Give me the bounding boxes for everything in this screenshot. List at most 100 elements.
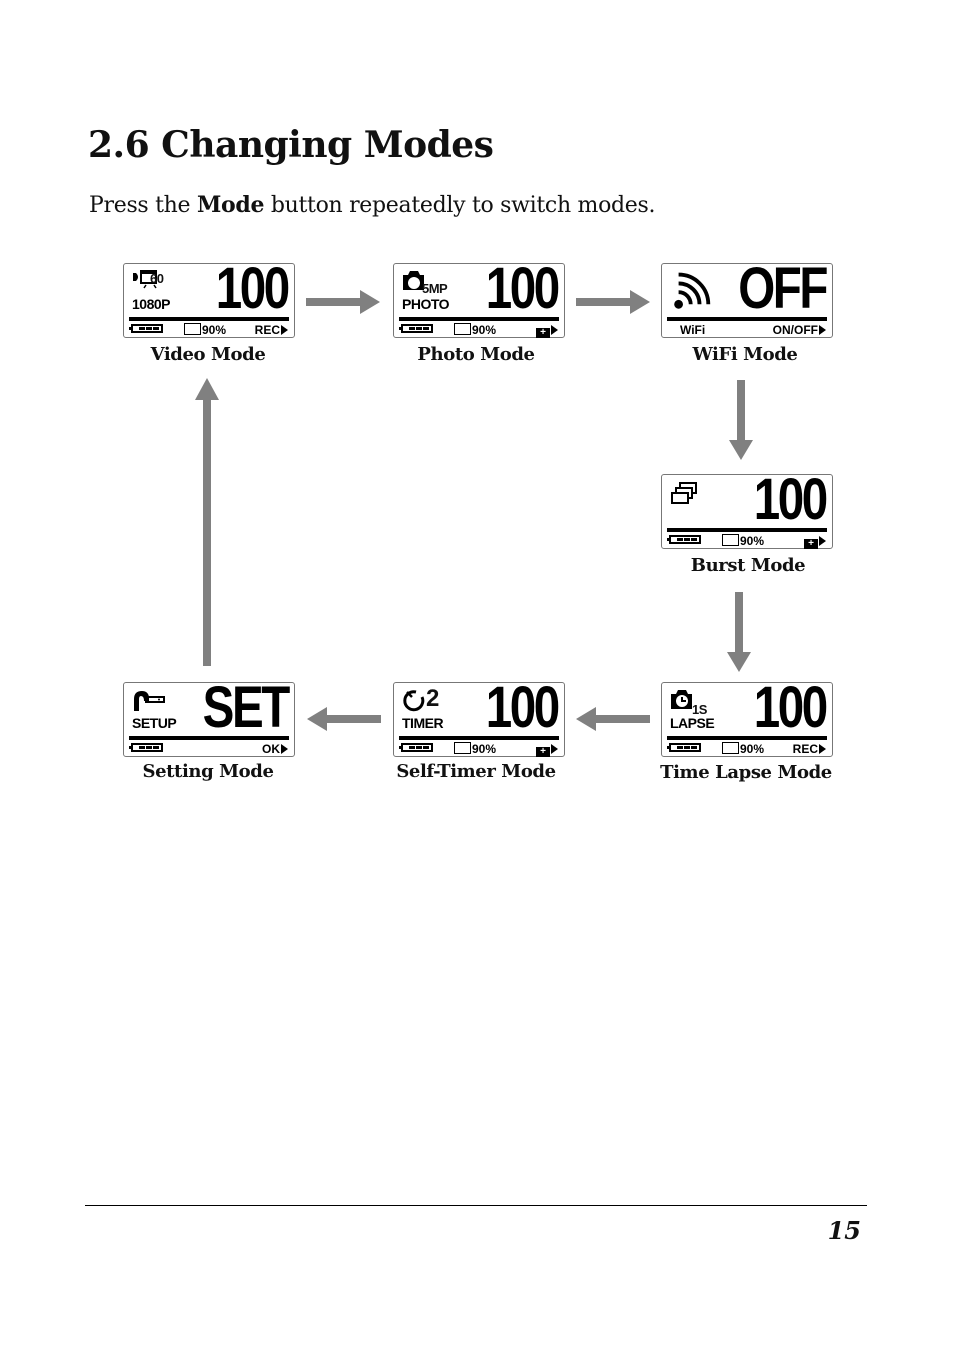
arrow-setting-to-video <box>195 378 219 666</box>
intro-text-start: Press the <box>89 193 197 218</box>
sd-card-icon <box>722 534 739 546</box>
shots-remaining: 100 <box>216 256 290 321</box>
setting-label: SET <box>202 675 291 740</box>
arrow-selftimer-to-setting <box>307 707 381 731</box>
lcd-video-mode: 60 1080P 100 90% REC <box>123 256 295 338</box>
resolution-label: 1080P <box>132 296 170 312</box>
right-arrow-icon <box>819 325 826 335</box>
section-title: 2.6 Changing Modes <box>88 124 494 166</box>
mode-button-name: Mode <box>196 192 265 218</box>
storage-percent: 90% <box>740 742 765 756</box>
mode-sub-label: PHOTO <box>402 296 450 312</box>
mode-sub-label: SETUP <box>132 715 177 731</box>
right-arrow-icon <box>551 325 558 335</box>
caption-wifi-mode: WiFi Mode <box>692 344 798 365</box>
caption-setting-mode: Setting Mode <box>142 761 274 782</box>
status-row: OK <box>129 741 288 756</box>
wifi-label: WiFi <box>680 323 706 337</box>
mode-sub-label: LAPSE <box>670 715 715 731</box>
arrow-wifi-to-burst <box>729 380 753 460</box>
caption-burst-mode: Burst Mode <box>690 555 806 576</box>
caption-selftimer-mode: Self-Timer Mode <box>396 761 556 782</box>
page-number: 15 <box>827 1216 861 1245</box>
divider <box>667 736 827 740</box>
action-label: REC <box>254 323 280 337</box>
lcd-burst-mode: 100 90% + <box>661 471 833 549</box>
action-hint: + <box>536 323 558 338</box>
lcd-setting-mode: SETUP SET OK <box>123 675 295 757</box>
status-row: WiFi ON/OFF <box>667 322 826 337</box>
action-hint: + <box>804 534 826 549</box>
status-row: 90% + <box>399 741 558 757</box>
status-row: 90% REC <box>129 322 288 337</box>
plus-icon: + <box>804 539 818 549</box>
lcd-wifi-mode: OFF WiFi ON/OFF <box>661 256 833 338</box>
sd-card-status: 90% <box>722 534 764 548</box>
battery-icon <box>129 324 163 333</box>
intro-text-end: button repeatedly to switch modes. <box>264 193 656 218</box>
divider <box>667 317 827 321</box>
shots-remaining: 100 <box>754 675 828 740</box>
arrow-burst-to-timelapse <box>727 592 751 672</box>
mode-sub-label: TIMER <box>402 715 444 731</box>
action-hint: ON/OFF <box>773 323 826 337</box>
caption-timelapse-mode: Time Lapse Mode <box>660 762 832 783</box>
framerate-label: 60 <box>150 271 164 286</box>
action-label: OK <box>262 742 280 756</box>
status-row: 90% REC <box>667 741 826 756</box>
right-arrow-icon <box>551 744 558 754</box>
shots-remaining: 100 <box>486 256 560 321</box>
sd-card-icon <box>454 323 471 335</box>
battery-icon <box>129 743 163 752</box>
divider <box>667 528 827 532</box>
shots-remaining: 100 <box>486 675 560 740</box>
action-label: ON/OFF <box>772 323 818 337</box>
action-hint: + <box>536 742 558 757</box>
caption-photo-mode: Photo Mode <box>417 344 535 365</box>
plus-icon: + <box>536 328 550 338</box>
battery-icon <box>399 324 433 333</box>
right-arrow-icon <box>819 744 826 754</box>
burst-stack-icon <box>671 482 697 504</box>
divider <box>129 317 289 321</box>
action-hint: REC <box>255 323 288 337</box>
plus-icon: + <box>536 747 550 757</box>
right-arrow-icon <box>819 536 826 546</box>
resolution-label: 5MP <box>422 281 448 296</box>
wifi-state: OFF <box>738 256 828 321</box>
storage-percent: 90% <box>472 742 497 756</box>
lcd-selftimer-mode: 2 TIMER 100 90% + <box>393 675 565 757</box>
divider <box>129 736 289 740</box>
storage-percent: 90% <box>472 323 497 337</box>
sd-card-status: 90% <box>454 323 496 337</box>
lcd-photo-mode: 5MP PHOTO 100 90% + <box>393 256 565 338</box>
arrow-photo-to-wifi <box>576 290 650 314</box>
arrow-timelapse-to-selftimer <box>576 707 650 731</box>
sd-card-status: 90% <box>184 323 226 337</box>
battery-icon <box>667 535 701 544</box>
battery-icon <box>667 743 701 752</box>
caption-video-mode: Video Mode <box>150 344 266 365</box>
wifi-icon <box>674 272 711 309</box>
arrow-video-to-photo <box>306 290 380 314</box>
wrench-icon <box>134 691 165 711</box>
storage-percent: 90% <box>740 534 765 548</box>
action-hint: OK <box>262 742 288 756</box>
sd-card-status: 90% <box>722 742 764 756</box>
storage-percent: 90% <box>202 323 227 337</box>
divider <box>399 736 559 740</box>
intro-paragraph: Press the Mode button repeatedly to swit… <box>89 192 656 218</box>
action-hint: REC <box>793 742 826 756</box>
sd-card-icon <box>454 742 471 754</box>
status-row: 90% + <box>667 533 826 549</box>
footer-divider <box>85 1205 867 1206</box>
right-arrow-icon <box>281 744 288 754</box>
sd-card-icon <box>184 323 201 335</box>
divider <box>399 317 559 321</box>
sd-card-icon <box>722 742 739 754</box>
timer-seconds: 2 <box>426 685 440 712</box>
battery-icon <box>399 743 433 752</box>
lcd-timelapse-mode: 1S LAPSE 100 90% REC <box>661 675 833 757</box>
right-arrow-icon <box>281 325 288 335</box>
action-label: REC <box>792 742 818 756</box>
